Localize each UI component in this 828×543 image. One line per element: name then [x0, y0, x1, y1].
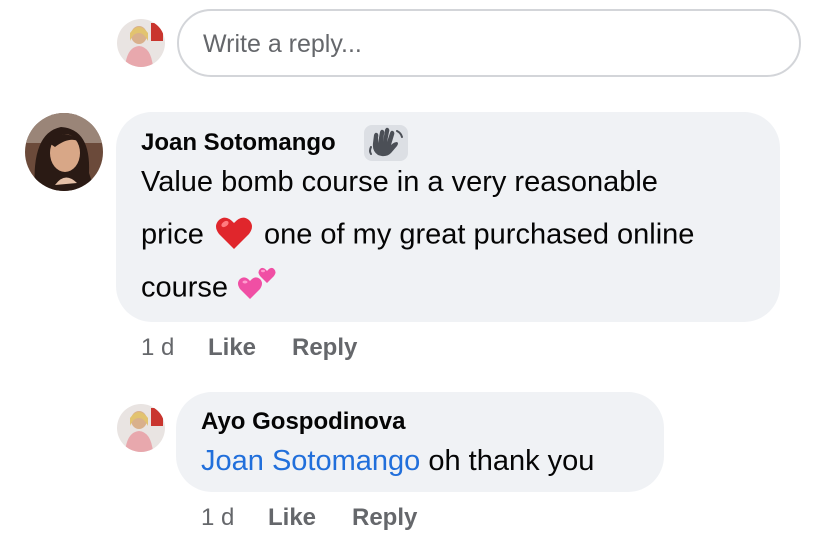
mention-link[interactable]: Joan Sotomango [201, 445, 420, 477]
comment-text: oh thank you [428, 445, 595, 477]
reply-input[interactable] [201, 11, 765, 77]
comment-timestamp[interactable]: 1 d [201, 504, 234, 532]
reply-bubble: Ayo Gospodinova Joan Sotomango oh thank … [176, 392, 664, 492]
comment-text: price [141, 218, 204, 251]
current-user-avatar[interactable] [117, 19, 165, 67]
comment-author[interactable]: Joan Sotomango [141, 129, 336, 157]
comment-bubble: Joan Sotomango Value bomb course in a ve… [116, 112, 780, 322]
comment-text-line: Value bomb course in a very reasonable [141, 166, 658, 198]
like-button[interactable]: Like [268, 504, 316, 532]
reply-button[interactable]: Reply [292, 334, 357, 362]
reply-composer[interactable] [177, 9, 801, 77]
comment-text: one of my great purchased online [263, 218, 695, 251]
comment-timestamp[interactable]: 1 d [141, 334, 174, 362]
commenter-avatar[interactable] [25, 113, 103, 191]
comment-text-line: Joan Sotomango oh thank you [201, 445, 594, 478]
commenter-avatar[interactable] [117, 404, 165, 452]
comment-text-line: course [141, 267, 278, 309]
like-button[interactable]: Like [208, 334, 256, 362]
comment-text: course [141, 271, 229, 304]
waving-hand-icon[interactable] [364, 125, 408, 161]
reply-button[interactable]: Reply [352, 504, 417, 532]
comment-text-line: price one of my great purchased online [141, 216, 694, 256]
red-heart-icon [214, 213, 254, 253]
two-hearts-icon [236, 263, 278, 303]
comment-author[interactable]: Ayo Gospodinova [201, 408, 405, 436]
